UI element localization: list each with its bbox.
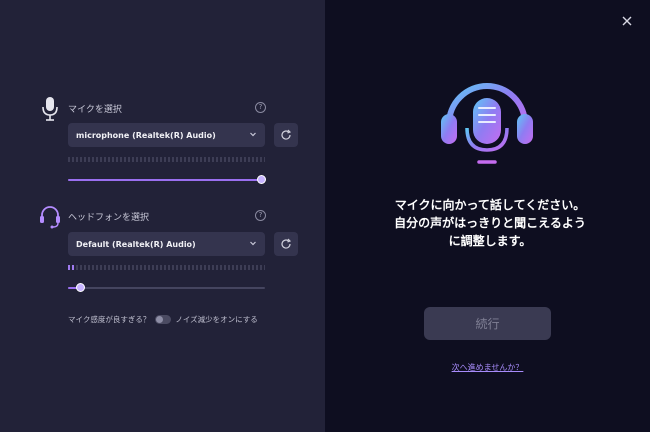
instruction-line: に調整します。 (448, 234, 532, 248)
headphones-label: ヘッドフォンを選択 (68, 212, 150, 223)
headphones-select-value: Default (Realtek(R) Audio) (76, 239, 196, 249)
refresh-icon (281, 129, 292, 140)
headphones-level-active (68, 265, 76, 270)
microphone-volume-thumb[interactable] (257, 175, 267, 184)
noise-reduction-row: マイク感度が良すぎる？ ノイズ減少をオンにする (68, 312, 258, 326)
instruction-line: 自分の声がはっきりと聞こえるよう (394, 216, 586, 230)
microphone-volume-slider[interactable] (68, 175, 267, 185)
headphones-header: ヘッドフォンを選択 ? (38, 204, 268, 229)
sensitivity-question: マイク感度が良すぎる？ (68, 314, 151, 324)
continue-button[interactable]: 続行 (424, 307, 551, 340)
microphone-label: マイクを選択 (68, 104, 122, 115)
chevron-down-icon (250, 241, 256, 246)
headphones-select[interactable]: Default (Realtek(R) Audio) (68, 232, 265, 256)
noise-reduction-label: ノイズ減少をオンにする (175, 314, 258, 324)
refresh-icon (281, 238, 292, 249)
headphones-volume-thumb[interactable] (75, 283, 85, 292)
headphones-refresh-button[interactable] (274, 232, 298, 256)
microphone-level-meter (68, 157, 265, 162)
instruction-message: マイクに向かって話してください。 自分の声がはっきりと聞こえるよう に調整します… (355, 196, 625, 250)
skip-link[interactable]: 次へ進めませんか？ (425, 362, 550, 373)
microphone-select[interactable]: microphone (Realtek(R) Audio) (68, 123, 265, 147)
settings-panel: マイクを選択 ? microphone (Realtek(R) Audio) ヘ… (0, 0, 325, 432)
headphones-help-icon[interactable]: ? (255, 210, 266, 221)
noise-reduction-toggle[interactable] (155, 314, 172, 324)
microphone-icon (42, 97, 58, 121)
close-icon[interactable] (620, 14, 634, 28)
headphones-volume-slider[interactable] (68, 283, 265, 293)
microphone-header: マイクを選択 ? (38, 96, 268, 121)
instruction-line: マイクに向かって話してください。 (394, 198, 586, 212)
headset-microphone-illustration (441, 83, 533, 164)
headphones-level-meter (68, 265, 265, 270)
microphone-select-value: microphone (Realtek(R) Audio) (76, 130, 216, 140)
microphone-help-icon[interactable]: ? (255, 102, 266, 113)
chevron-down-icon (250, 132, 256, 137)
headset-icon (40, 206, 60, 229)
microphone-refresh-button[interactable] (274, 123, 298, 147)
